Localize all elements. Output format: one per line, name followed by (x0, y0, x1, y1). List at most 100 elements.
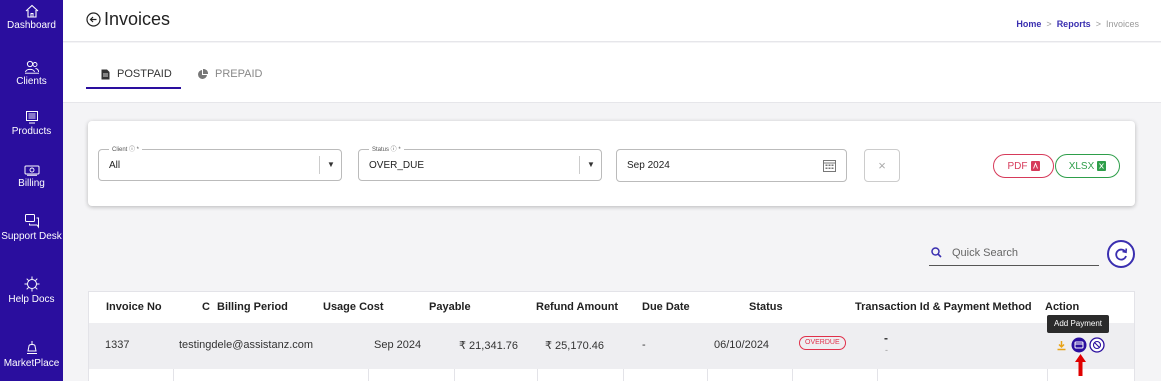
breadcrumb-current: Invoices (1105, 19, 1139, 29)
products-icon (25, 111, 38, 124)
export-xlsx-label: XLSX (1068, 160, 1095, 172)
sidebar-item-label: Billing (18, 178, 45, 189)
tab-postpaid[interactable]: POSTPAID (101, 68, 172, 80)
invoices-table: Invoice No C Billing Period Usage Cost P… (88, 291, 1135, 381)
column-divider (537, 369, 538, 381)
sidebar-item-label: MarketPlace (3, 358, 60, 369)
status-select[interactable]: Status ⓘ * OVER_DUE ▼ (358, 144, 602, 181)
cell-invoice-no: 1337 (105, 339, 130, 351)
status-badge: OVERDUE (799, 336, 846, 350)
month-picker-value: Sep 2024 (627, 160, 670, 171)
quick-search[interactable]: Quick Search (929, 240, 1099, 266)
refresh-icon (1115, 248, 1128, 261)
filter-card: Client ⓘ * All ▼ Status ⓘ * OVER_DUE ▼ S… (88, 121, 1135, 206)
select-divider (319, 156, 320, 174)
column-divider (792, 369, 793, 381)
sidebar-item-label: Clients (16, 76, 47, 87)
status-select-value: OVER_DUE (369, 160, 425, 171)
export-xlsx-button[interactable]: XLSX (1055, 154, 1120, 178)
column-header-usage-cost[interactable]: Usage Cost (323, 301, 384, 313)
sidebar-item-billing[interactable]: Billing (0, 164, 63, 190)
column-header-invoice-no[interactable]: Invoice No (106, 301, 162, 313)
app-root: Dashboard Clients Products Billing Suppo… (0, 0, 1161, 381)
column-divider (623, 369, 624, 381)
active-tab-indicator (86, 87, 181, 89)
refresh-button[interactable] (1107, 240, 1135, 268)
cell-billing-period: Sep 2024 (374, 339, 422, 351)
column-header-due-date[interactable]: Due Date (642, 301, 690, 313)
help-icon (24, 276, 39, 292)
up-arrow-icon (1075, 354, 1086, 376)
tabs-bar: POSTPAID PREPAID (63, 43, 1161, 103)
breadcrumb-home[interactable]: Home (1016, 19, 1041, 29)
client-select[interactable]: Client ⓘ * All ▼ (98, 144, 342, 181)
marketplace-icon (26, 341, 37, 354)
download-icon[interactable] (1056, 340, 1067, 351)
cell-due-date: 06/10/2024 (714, 339, 770, 351)
column-header-transaction[interactable]: Transaction Id & Payment Method (855, 301, 1032, 313)
table-row[interactable]: 1337 testingdele@assistanz.com Sep 2024 … (89, 323, 1134, 369)
tab-prepaid[interactable]: PREPAID (197, 68, 262, 80)
column-header-client[interactable]: C (202, 301, 210, 313)
column-divider (877, 369, 878, 381)
sidebar-item-dashboard[interactable]: Dashboard (0, 4, 63, 32)
export-pdf-button[interactable]: PDF (993, 154, 1054, 178)
column-header-refund-amount[interactable]: Refund Amount (536, 301, 618, 313)
excel-file-icon (1097, 161, 1107, 171)
cell-client: testingdele@assistanz.com (179, 339, 314, 351)
sidebar-item-label: Dashboard (7, 20, 56, 31)
add-payment-icon[interactable] (1071, 337, 1087, 353)
sidebar-item-label: Support Desk (1, 231, 62, 242)
chevron-down-icon[interactable]: ▼ (327, 160, 335, 169)
cell-dash: - (642, 339, 646, 351)
sidebar-item-clients[interactable]: Clients (0, 60, 63, 88)
search-icon (931, 247, 942, 258)
sidebar-item-label: Help Docs (8, 294, 55, 305)
cell-payment-method: - (885, 345, 888, 355)
page-title: Invoices (104, 9, 171, 29)
clear-filter-button[interactable]: × (864, 149, 900, 182)
clients-icon (24, 60, 39, 74)
select-divider (579, 156, 580, 174)
status-select-label: Status ⓘ * (369, 144, 404, 153)
month-picker[interactable]: Sep 2024 (616, 149, 847, 182)
back-arrow-icon[interactable] (86, 12, 101, 27)
search-placeholder: Quick Search (952, 246, 1019, 259)
column-divider (707, 369, 708, 381)
billing-icon (24, 165, 39, 176)
column-header-payable[interactable]: Payable (429, 301, 471, 313)
pie-chart-icon (198, 68, 208, 79)
sidebar: Dashboard Clients Products Billing Suppo… (0, 0, 63, 381)
add-payment-tooltip: Add Payment (1047, 315, 1109, 333)
column-header-status[interactable]: Status (749, 301, 783, 313)
breadcrumb-separator: > (1095, 19, 1101, 29)
cell-payable: ₹ 21,341.76 (459, 340, 518, 352)
column-header-billing-period[interactable]: Billing Period (217, 301, 288, 313)
column-header-action: Action (1045, 301, 1080, 313)
sidebar-item-help-docs[interactable]: Help Docs (0, 276, 63, 306)
export-pdf-label: PDF (1007, 160, 1028, 172)
cancel-icon[interactable] (1089, 337, 1105, 353)
column-divider (368, 369, 369, 381)
sidebar-item-marketplace[interactable]: MarketPlace (0, 340, 63, 370)
column-divider (173, 369, 174, 381)
sidebar-item-products[interactable]: Products (0, 110, 63, 138)
calendar-icon[interactable] (823, 159, 836, 172)
page-header: Invoices Home > Reports > Invoices (63, 0, 1161, 42)
chevron-down-icon[interactable]: ▼ (587, 160, 595, 169)
document-icon (101, 69, 110, 79)
pdf-file-icon (1030, 161, 1040, 171)
client-select-value: All (109, 160, 121, 171)
sidebar-item-support-desk[interactable]: Support Desk (0, 213, 63, 243)
column-divider (454, 369, 455, 381)
tab-label: POSTPAID (117, 68, 172, 80)
column-divider (1047, 369, 1048, 381)
support-icon (24, 214, 39, 229)
breadcrumb-reports[interactable]: Reports (1057, 19, 1091, 29)
cell-transaction-id: - (884, 331, 888, 345)
client-select-label: Client ⓘ * (109, 144, 143, 153)
main-content: Invoices Home > Reports > Invoices POSTPAID … (63, 0, 1161, 381)
table-row (89, 369, 1134, 381)
cell-refund-amount: ₹ 25,170.46 (545, 340, 604, 352)
sidebar-item-label: Products (11, 126, 52, 137)
